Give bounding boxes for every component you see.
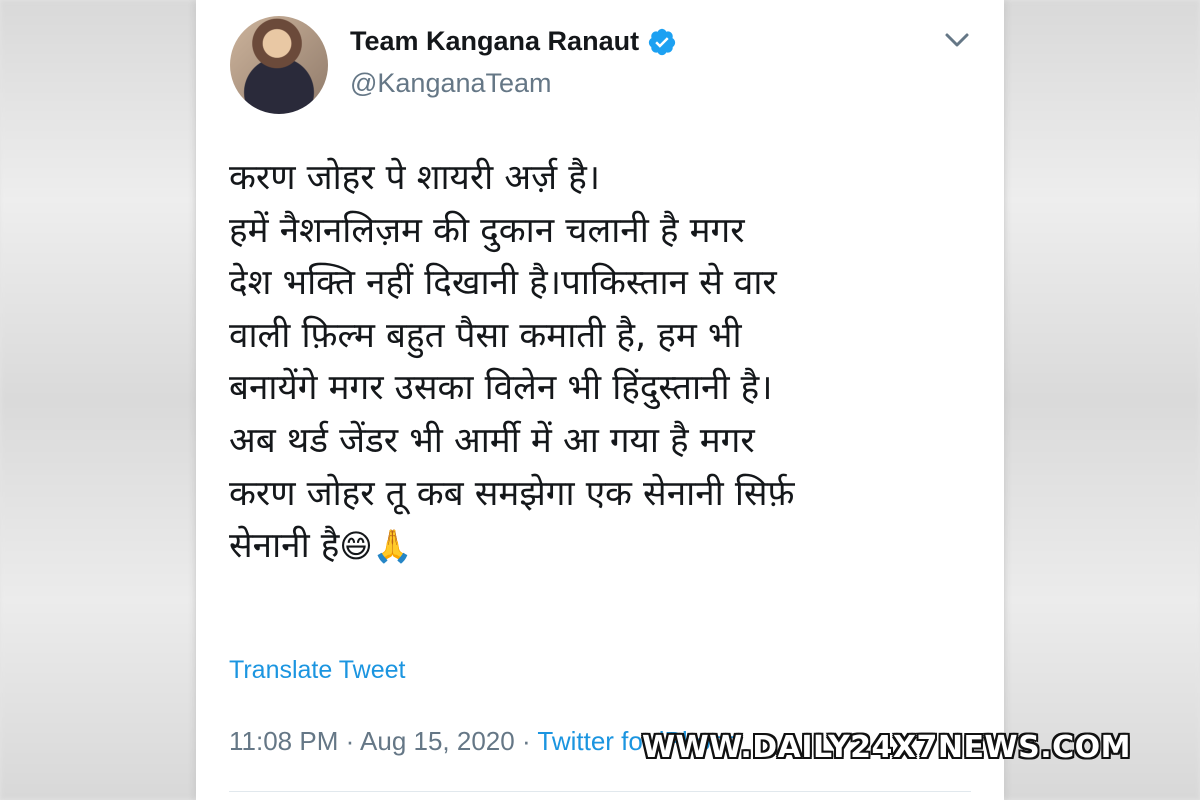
tweet-time[interactable]: 11:08 PM [229,726,338,756]
tweet-line-text: सेनानी है [229,526,340,567]
tweet-card: Team Kangana Ranaut @KanganaTeam करण जोह… [196,0,1004,800]
meta-separator: · [514,726,538,756]
tweet-line: वाली फ़िल्म बहुत पैसा कमाती है, हम भी [229,315,742,356]
display-name[interactable]: Team Kangana Ranaut [350,26,639,57]
tweet-text: करण जोहर पे शायरी अर्ज़ है। हमें नैशनलिज… [229,152,989,573]
tweet-line: हमें नैशनलिज़म की दुकान चलानी है मगर [229,210,745,251]
avatar[interactable] [230,16,328,114]
tweet-line: करण जोहर तू कब समझेगा एक सेनानी सिर्फ़ [229,473,795,514]
tweet-line-last: सेनानी है😄🙏 [229,520,989,573]
translate-tweet-link[interactable]: Translate Tweet [229,656,405,685]
tweet-line: अब थर्ड जेंडर भी आर्मी में आ गया है मगर [229,420,755,461]
display-name-row[interactable]: Team Kangana Ranaut [350,26,677,57]
watermark: WWW.DAILY24X7NEWS.COM [642,730,1131,765]
tweet-line: देश भक्ति नहीं दिखानी है।पाकिस्तान से वा… [229,263,777,304]
handle[interactable]: @KanganaTeam [350,68,552,99]
blurred-background-left [0,0,196,800]
tweet-line: करण जोहर पे शायरी अर्ज़ है। [229,158,601,198]
blurred-background-right [1004,0,1200,800]
tweet-menu-button[interactable] [942,28,972,52]
chevron-down-icon [945,33,969,47]
tweet-line: बनायेंगे मगर उसका विलेन भी हिंदुस्तानी ह… [229,368,773,409]
divider [229,791,971,792]
verified-badge-icon [648,28,676,55]
tweet-date[interactable]: Aug 15, 2020 [360,726,515,756]
meta-separator: · [338,726,361,756]
emoji-grin-pray: 😄🙏 [339,527,413,566]
